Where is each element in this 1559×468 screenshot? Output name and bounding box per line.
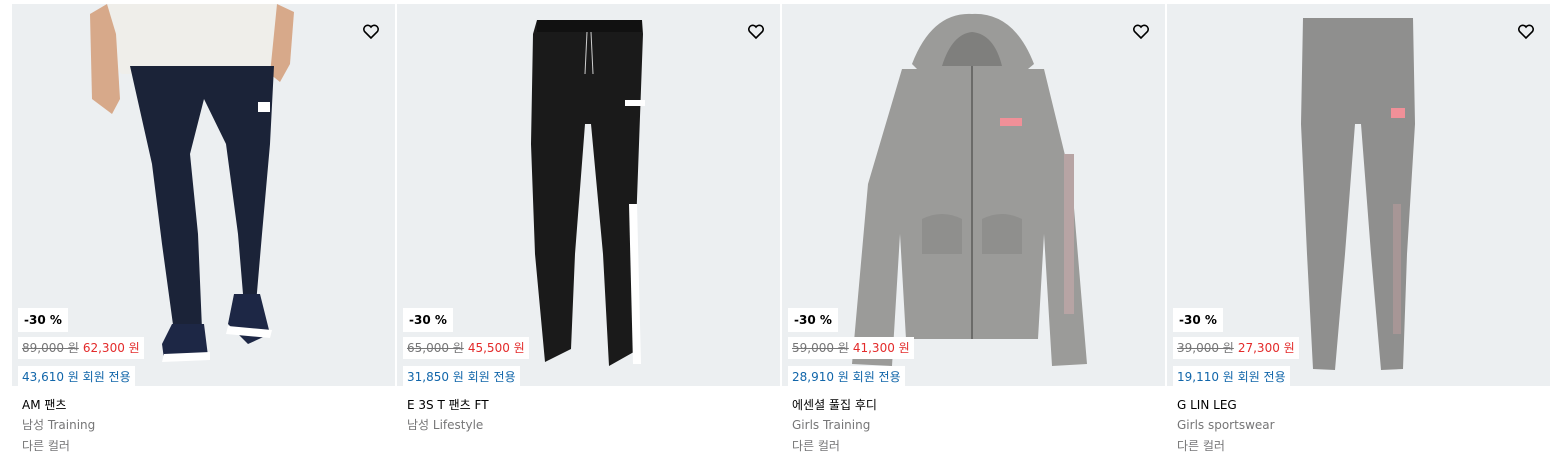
other-colors-link[interactable]: 다른 컬러: [22, 437, 382, 455]
sale-price: 27,300 원: [1237, 341, 1295, 355]
sale-price: 45,500 원: [467, 341, 525, 355]
product-card[interactable]: -30 % 59,000 원 41,300 원 28,910 원 회원 전용 에센…: [782, 4, 1165, 468]
discount-badge: -30 %: [1173, 308, 1223, 332]
price-box: 39,000 원 27,300 원: [1173, 337, 1299, 359]
product-image[interactable]: [1167, 4, 1550, 386]
product-grid: -30 % 89,000 원 62,300 원 43,610 원 회원 전용 AM…: [12, 4, 1552, 468]
product-image[interactable]: [782, 4, 1165, 386]
product-image-area[interactable]: -30 % 39,000 원 27,300 원 19,110 원 회원 전용: [1167, 4, 1550, 386]
sale-price: 62,300 원: [82, 341, 140, 355]
product-name[interactable]: AM 팬츠: [22, 396, 382, 416]
product-info: 에센셜 풀집 후디 Girls Training 다른 컬러: [792, 396, 1152, 455]
product-image-area[interactable]: -30 % 65,000 원 45,500 원 31,850 원 회원 전용: [397, 4, 780, 386]
product-category: 남성 Training: [22, 418, 96, 432]
price-box: 65,000 원 45,500 원: [403, 337, 529, 359]
product-card[interactable]: -30 % 89,000 원 62,300 원 43,610 원 회원 전용 AM…: [12, 4, 395, 468]
discount-badge: -30 %: [403, 308, 453, 332]
original-price: 65,000 원: [407, 341, 464, 355]
product-name[interactable]: G LIN LEG: [1177, 396, 1537, 416]
product-category: Girls Training: [792, 418, 871, 432]
product-name[interactable]: 에센셜 풀집 후디: [792, 396, 1152, 416]
price-box: 59,000 원 41,300 원: [788, 337, 914, 359]
discount-badge: -30 %: [18, 308, 68, 332]
other-colors-link[interactable]: 다른 컬러: [1177, 437, 1537, 455]
product-info: G LIN LEG Girls sportswear 다른 컬러: [1177, 396, 1537, 455]
member-price: 43,610 원 회원 전용: [18, 366, 135, 386]
heart-outline-icon[interactable]: [1516, 22, 1536, 42]
discount-badge: -30 %: [788, 308, 838, 332]
original-price: 59,000 원: [792, 341, 849, 355]
product-image[interactable]: [12, 4, 395, 386]
product-info: AM 팬츠 남성 Training 다른 컬러: [22, 396, 382, 455]
sale-price: 41,300 원: [852, 341, 910, 355]
product-name[interactable]: E 3S T 팬츠 FT: [407, 396, 767, 416]
original-price: 89,000 원: [22, 341, 79, 355]
product-category: 남성 Lifestyle: [407, 418, 484, 432]
member-price: 31,850 원 회원 전용: [403, 366, 520, 386]
product-image[interactable]: [397, 4, 780, 386]
product-category: Girls sportswear: [1177, 418, 1275, 432]
heart-outline-icon[interactable]: [1131, 22, 1151, 42]
product-image-area[interactable]: -30 % 59,000 원 41,300 원 28,910 원 회원 전용: [782, 4, 1165, 386]
product-card[interactable]: -30 % 65,000 원 45,500 원 31,850 원 회원 전용 E …: [397, 4, 780, 468]
member-price: 28,910 원 회원 전용: [788, 366, 905, 386]
heart-outline-icon[interactable]: [361, 22, 381, 42]
other-colors-link[interactable]: 다른 컬러: [792, 437, 1152, 455]
product-info: E 3S T 팬츠 FT 남성 Lifestyle: [407, 396, 767, 437]
product-card[interactable]: -30 % 39,000 원 27,300 원 19,110 원 회원 전용 G …: [1167, 4, 1550, 468]
heart-outline-icon[interactable]: [746, 22, 766, 42]
price-box: 89,000 원 62,300 원: [18, 337, 144, 359]
original-price: 39,000 원: [1177, 341, 1234, 355]
member-price: 19,110 원 회원 전용: [1173, 366, 1290, 386]
product-image-area[interactable]: -30 % 89,000 원 62,300 원 43,610 원 회원 전용: [12, 4, 395, 386]
